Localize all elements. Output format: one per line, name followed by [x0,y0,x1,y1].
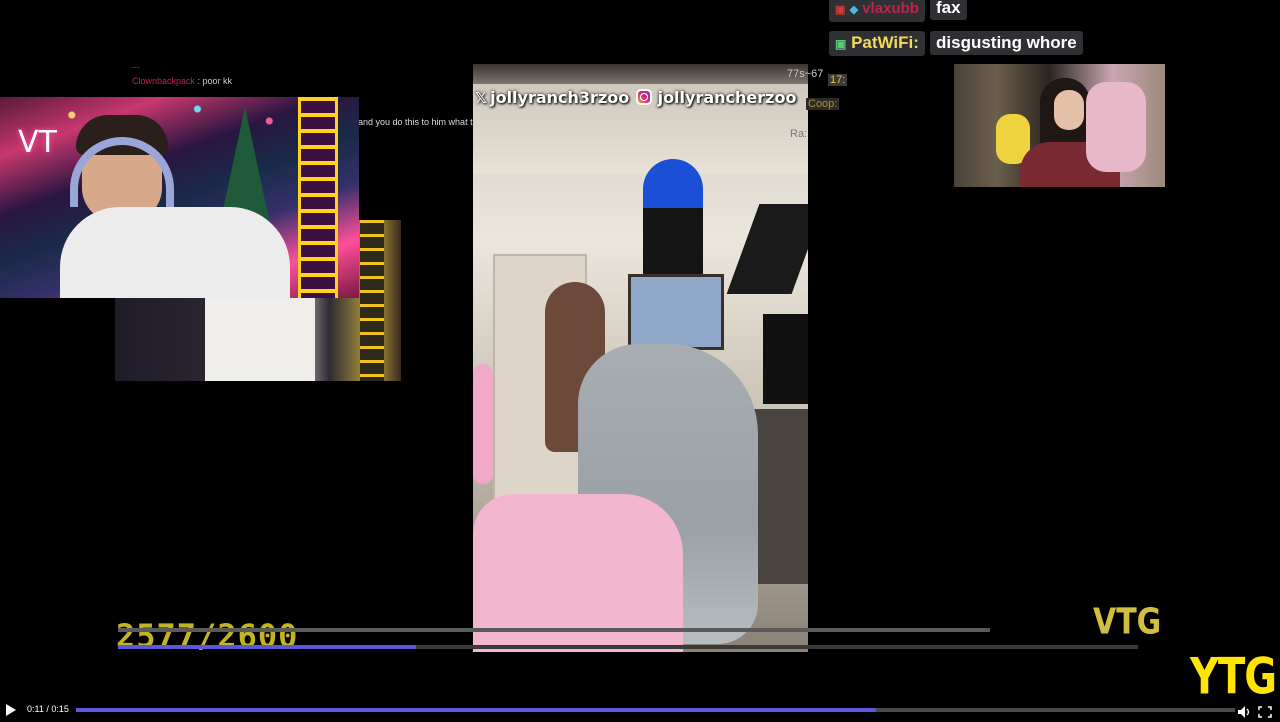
seek-bar[interactable] [76,708,1235,712]
outer-watermark: YTG [1190,648,1277,707]
twitter-handle: 𝕏jollyranch3rzoo [475,88,629,107]
pink-gaming-chair [1086,82,1146,172]
inner-watermark: VTG [1093,601,1162,643]
guest-webcam [954,64,1165,187]
chat-username-pill: ▣ PatWiFi: [829,31,925,56]
badge-icon: ▣ [835,37,847,51]
light-ladder [298,97,338,298]
pink-chair-arm [473,364,493,484]
main-video[interactable]: 𝕏jollyranch3rzoo jollyrancherzoo [473,64,808,652]
chat-message-pill: fax [930,0,967,20]
chat-username: Clownbackpack [132,76,196,86]
overlay-chat-1: 17: [828,74,848,86]
tv-screen [763,314,808,404]
chat-message-pill: disgusting whore [930,31,1083,55]
chat-message: : poor kk [197,76,233,86]
overlay-chat-2: Coop: [806,98,840,110]
left-chat-line-0: ... [132,60,140,70]
chat-username-pill: ▣ ◆ vlaxubb [829,0,925,22]
guest-face [1054,90,1084,130]
ladder-lights [360,220,384,381]
time-display: 0:11 / 0:15 [27,704,69,714]
chat-username: vlaxubb [862,0,919,17]
fullscreen-icon-svg [1258,706,1272,718]
fullscreen-icon[interactable] [1258,703,1272,718]
badge-icon: ▣ [835,4,846,16]
chat-message-1: ▣ ◆ vlaxubb fax [829,0,967,22]
left-chat-line-2: and you do this to him what the [358,117,483,127]
streamer-shirt [60,207,290,298]
instagram-icon [636,89,652,105]
cube-icon: ◆ [849,4,859,16]
x-icon: 𝕏 [475,89,488,107]
instagram-handle-text: jollyrancherzoo [657,88,797,107]
overlay-chat-0: 77s~67 [787,68,824,80]
volume-icon-svg [1238,706,1250,718]
streamer-webcam: VT [0,97,359,298]
inner-progress-track [118,628,990,632]
chat-username: PatWiFi: [851,33,919,52]
chat-message-2: ▣ PatWiFi: disgusting whore [829,31,1083,56]
wall-poster [628,274,724,350]
twitter-handle-text: jollyranch3rzoo [490,88,630,107]
inner-progress-fill [118,645,416,649]
overlay-chat-3: Ra: [790,128,808,140]
volume-icon[interactable] [1238,703,1252,718]
left-chat-line-1: Clownbackpack : poor kk [132,76,232,86]
instagram-handle: jollyrancherzoo [636,88,796,107]
sub-goal-counter: 2577/2600 [116,617,299,655]
mic-arm [726,204,808,294]
vt-neon-sign: VT [18,125,57,160]
seek-bar-fill [76,708,876,712]
play-button[interactable] [6,704,16,716]
